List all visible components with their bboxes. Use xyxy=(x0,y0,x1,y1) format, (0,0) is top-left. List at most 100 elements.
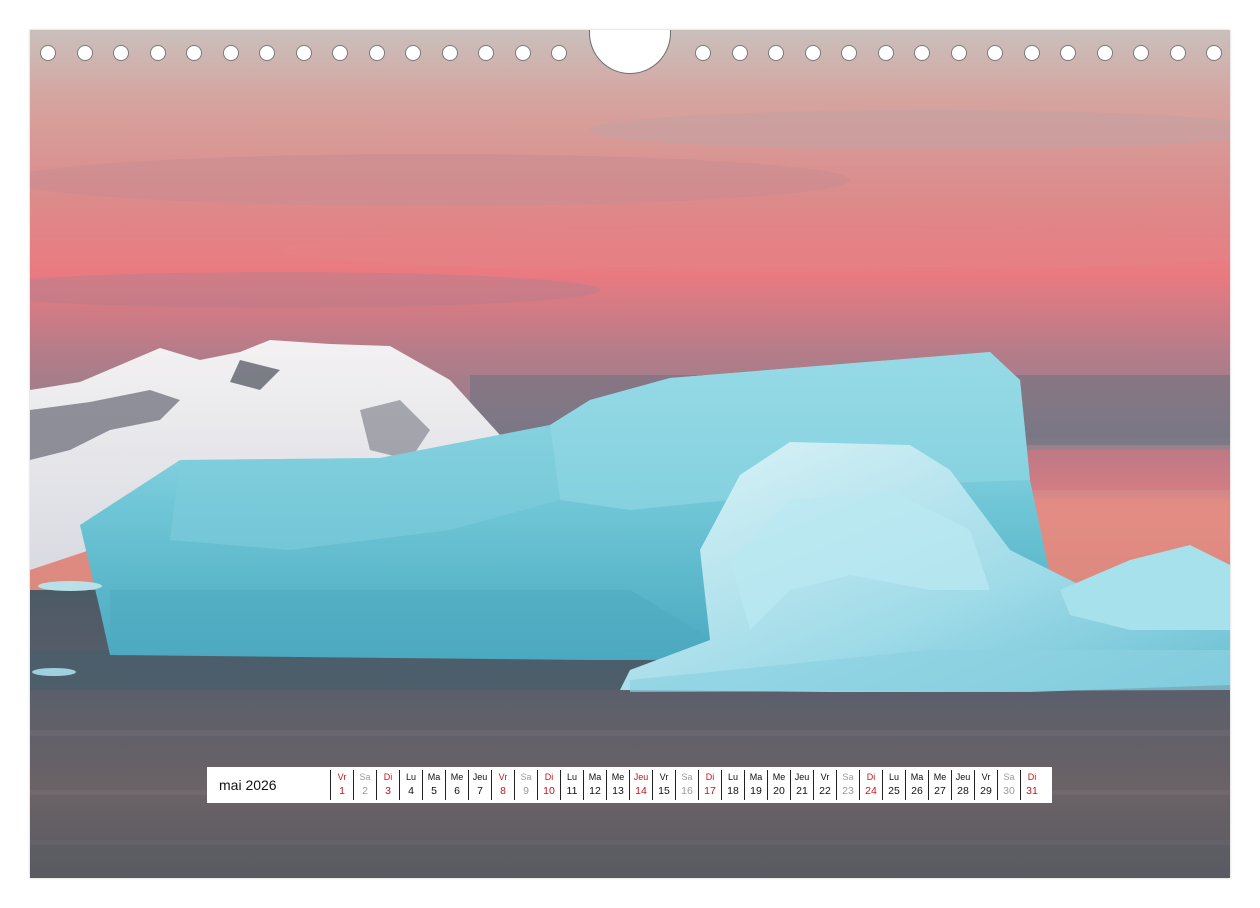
day-number: 31 xyxy=(1026,785,1038,797)
day-number: 12 xyxy=(589,785,601,797)
day-cell: Jeu 28 xyxy=(951,770,974,800)
day-number: 23 xyxy=(842,785,854,797)
day-cell: Ma 5 xyxy=(422,770,445,800)
weekday-label: Ma xyxy=(588,772,602,782)
day-cell: Vr 29 xyxy=(974,770,997,800)
weekday-label: Me xyxy=(933,772,947,782)
binding-hole xyxy=(1169,45,1186,61)
binding-hole xyxy=(405,45,421,61)
weekday-label: Sa xyxy=(520,772,532,782)
weekday-label: Lu xyxy=(405,772,416,782)
binding-hole xyxy=(1060,45,1076,61)
day-number: 9 xyxy=(523,785,529,797)
day-cell: Ma 12 xyxy=(583,770,606,800)
weekday-label: Ma xyxy=(910,772,924,782)
binding-hole xyxy=(40,45,56,61)
day-cell: Lu 11 xyxy=(560,770,583,800)
day-cell: Vr 1 xyxy=(330,770,353,800)
binding-hole xyxy=(259,45,275,61)
binding-hole xyxy=(914,45,930,61)
day-cell: Jeu 21 xyxy=(790,770,813,800)
day-number: 6 xyxy=(454,785,460,797)
month-calendar-strip: mai 2026 Vr 1 Sa 2 Di 3 Lu 4 Ma 5 Me 6 Jeu 7 Vr 8 Sa 9 Di 1… xyxy=(207,767,1052,803)
weekday-label: Ma xyxy=(749,772,763,782)
binding-hole xyxy=(1133,45,1149,61)
day-cell: Lu 4 xyxy=(399,770,422,800)
day-cell: Sa 30 xyxy=(997,770,1020,800)
weekday-label: Lu xyxy=(566,772,577,782)
weekday-label: Lu xyxy=(888,772,899,782)
weekday-label: Jeu xyxy=(472,772,488,782)
day-cell: Vr 8 xyxy=(491,770,514,800)
weekday-label: Di xyxy=(866,772,876,782)
weekday-label: Sa xyxy=(842,772,854,782)
day-number: 26 xyxy=(911,785,923,797)
weekday-label: Me xyxy=(611,772,625,782)
day-cell: Di 24 xyxy=(859,770,882,800)
day-number: 10 xyxy=(543,785,555,797)
weekday-label: Me xyxy=(450,772,464,782)
binding-hole xyxy=(514,45,531,61)
day-number: 24 xyxy=(865,785,877,797)
day-cell: Me 27 xyxy=(928,770,951,800)
binding-hole xyxy=(332,45,348,61)
month-label: mai 2026 xyxy=(219,777,277,793)
day-cell: Sa 9 xyxy=(514,770,537,800)
day-number: 16 xyxy=(681,785,693,797)
day-number: 28 xyxy=(957,785,969,797)
binding-hole xyxy=(186,45,202,61)
day-cell: Lu 18 xyxy=(721,770,744,800)
calendar-photo xyxy=(30,30,1230,878)
binding-hole xyxy=(950,45,967,61)
day-number: 30 xyxy=(1003,785,1015,797)
day-number: 25 xyxy=(888,785,900,797)
day-cell: Sa 16 xyxy=(675,770,698,800)
day-cell: Jeu 7 xyxy=(468,770,491,800)
day-cell: Vr 22 xyxy=(813,770,836,800)
weekday-label: Sa xyxy=(359,772,371,782)
binding-hole xyxy=(1023,45,1040,61)
day-number: 4 xyxy=(408,785,414,797)
weekday-label: Di xyxy=(544,772,554,782)
weekday-label: Vr xyxy=(981,772,991,782)
weekday-label: Jeu xyxy=(633,772,649,782)
day-number: 29 xyxy=(980,785,992,797)
iceberg-sunset-image xyxy=(30,30,1230,878)
binding-hole xyxy=(76,45,93,61)
weekday-label: Jeu xyxy=(794,772,810,782)
day-number: 3 xyxy=(385,785,391,797)
weekday-label: Vr xyxy=(498,772,508,782)
day-number: 5 xyxy=(431,785,437,797)
weekday-label: Me xyxy=(772,772,786,782)
day-number: 13 xyxy=(612,785,624,797)
binding-hole xyxy=(695,45,711,61)
binding-hole xyxy=(877,45,894,61)
binding-hole xyxy=(731,45,748,61)
day-cell: Di 31 xyxy=(1020,770,1043,800)
day-number: 21 xyxy=(796,785,808,797)
binding-hole xyxy=(987,45,1003,61)
day-cell: Di 10 xyxy=(537,770,560,800)
binding-hole xyxy=(1096,45,1113,61)
binding-hole xyxy=(804,45,821,61)
day-cell: Sa 2 xyxy=(353,770,376,800)
day-number: 7 xyxy=(477,785,483,797)
binding-hole xyxy=(222,45,239,61)
day-cell: Jeu 14 xyxy=(629,770,652,800)
binding-hole xyxy=(295,45,312,61)
day-number: 22 xyxy=(819,785,831,797)
day-list: Vr 1 Sa 2 Di 3 Lu 4 Ma 5 Me 6 Jeu 7 Vr 8 Sa 9 Di 10 Lu 11 Ma 12… xyxy=(330,770,1043,800)
day-cell: Me 6 xyxy=(445,770,468,800)
day-cell: Di 17 xyxy=(698,770,721,800)
binding-hole xyxy=(113,45,129,61)
day-number: 1 xyxy=(339,785,345,797)
day-number: 17 xyxy=(704,785,716,797)
day-number: 18 xyxy=(727,785,739,797)
binding-hole xyxy=(1206,45,1222,61)
binding-hole xyxy=(768,45,784,61)
weekday-label: Sa xyxy=(681,772,693,782)
day-cell: Vr 15 xyxy=(652,770,675,800)
weekday-label: Vr xyxy=(337,772,347,782)
weekday-label: Ma xyxy=(427,772,441,782)
day-cell: Ma 19 xyxy=(744,770,767,800)
